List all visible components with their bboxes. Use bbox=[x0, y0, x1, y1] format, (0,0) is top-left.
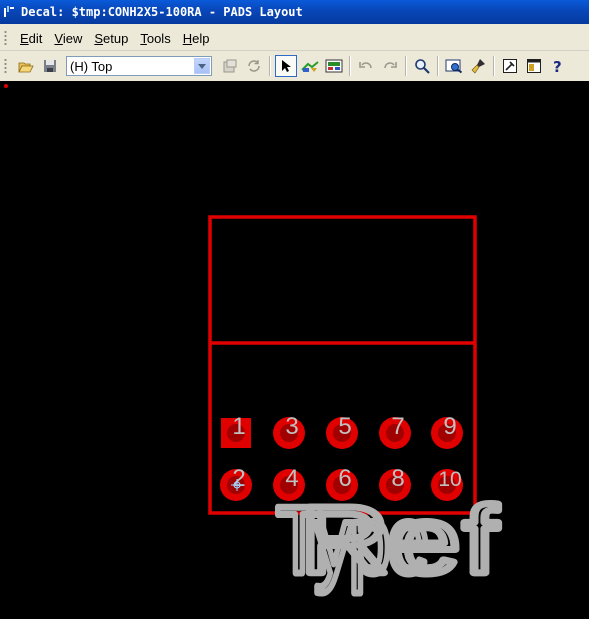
pin-number-label: 9 bbox=[443, 413, 456, 440]
chevron-down-icon[interactable] bbox=[194, 58, 210, 74]
svg-text:?: ? bbox=[553, 58, 562, 74]
window-icon[interactable] bbox=[523, 55, 545, 77]
select-pointer-icon[interactable] bbox=[275, 55, 297, 77]
attribute-text-group: TypeRef bbox=[273, 484, 502, 598]
attribute-label-ref[interactable]: Ref bbox=[297, 484, 502, 598]
menu-edit[interactable]: Edit bbox=[14, 29, 48, 48]
view-icon[interactable] bbox=[443, 55, 465, 77]
window-title: Decal: $tmp:CONH2X5-100RA - PADS Layout bbox=[21, 5, 303, 19]
title-bar[interactable]: Decal: $tmp:CONH2X5-100RA - PADS Layout bbox=[0, 0, 589, 24]
design-canvas[interactable]: 1 2 3 4 5 6 7 8 9 10 Type Ref bbox=[0, 81, 589, 619]
menu-view[interactable]: View bbox=[48, 29, 88, 48]
save-icon[interactable] bbox=[39, 55, 61, 77]
undo-icon[interactable] bbox=[355, 55, 377, 77]
pin-number-label: 7 bbox=[391, 413, 404, 440]
open-icon[interactable] bbox=[15, 55, 37, 77]
toolbar-separator bbox=[493, 56, 495, 76]
properties-icon[interactable] bbox=[499, 55, 521, 77]
layer-props-icon[interactable] bbox=[219, 55, 241, 77]
pin-number-label: 5 bbox=[338, 413, 351, 440]
help-icon[interactable]: ? bbox=[547, 55, 569, 77]
layer-select-value: (H) Top bbox=[70, 58, 113, 74]
menu-help[interactable]: Help bbox=[177, 29, 216, 48]
toolbar-separator bbox=[437, 56, 439, 76]
standard-toolbar: (H) Top ? bbox=[0, 52, 589, 80]
origin-marker bbox=[4, 84, 8, 88]
toolbar-separator bbox=[269, 56, 271, 76]
pin-number-label: 1 bbox=[232, 413, 245, 440]
paint-icon[interactable] bbox=[467, 55, 489, 77]
toolbar-grip[interactable] bbox=[4, 58, 7, 74]
layer-select[interactable]: (H) Top bbox=[66, 56, 212, 76]
zoom-icon[interactable] bbox=[411, 55, 433, 77]
refresh-icon[interactable] bbox=[243, 55, 265, 77]
menu-tools[interactable]: Tools bbox=[134, 29, 176, 48]
redo-icon[interactable] bbox=[379, 55, 401, 77]
route-icon[interactable] bbox=[299, 55, 321, 77]
toolbar-separator bbox=[405, 56, 407, 76]
toolbar-separator bbox=[349, 56, 351, 76]
pads-app-icon[interactable] bbox=[3, 5, 17, 19]
board-icon[interactable] bbox=[323, 55, 345, 77]
pin-number-label: 3 bbox=[285, 413, 298, 440]
decal-drawing[interactable]: 12345678910 TypeRef bbox=[0, 81, 589, 619]
menubar-grip[interactable] bbox=[4, 30, 7, 46]
menu-bar: Edit View Setup Tools Help bbox=[0, 26, 589, 51]
menu-setup[interactable]: Setup bbox=[88, 29, 134, 48]
